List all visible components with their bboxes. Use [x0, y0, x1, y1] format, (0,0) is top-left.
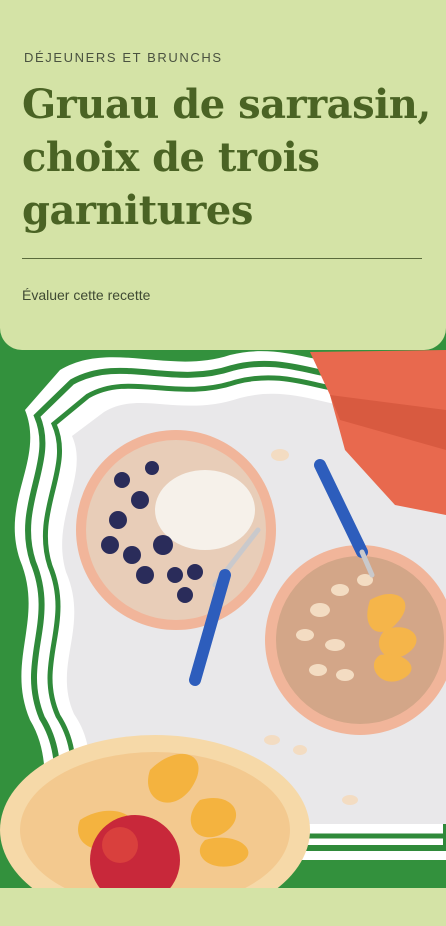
recipe-category[interactable]: DÉJEUNERS ET BRUNCHS	[24, 50, 223, 65]
recipe-photo	[0, 300, 446, 888]
header-divider	[22, 258, 422, 259]
recipe-title: Gruau de sarrasin, choix de trois garnit…	[22, 81, 431, 234]
recipe-header: DÉJEUNERS ET BRUNCHS Gruau de sarrasin, …	[0, 0, 446, 350]
rate-recipe-link[interactable]: Évaluer cette recette	[22, 287, 150, 303]
footer-band	[0, 888, 446, 926]
